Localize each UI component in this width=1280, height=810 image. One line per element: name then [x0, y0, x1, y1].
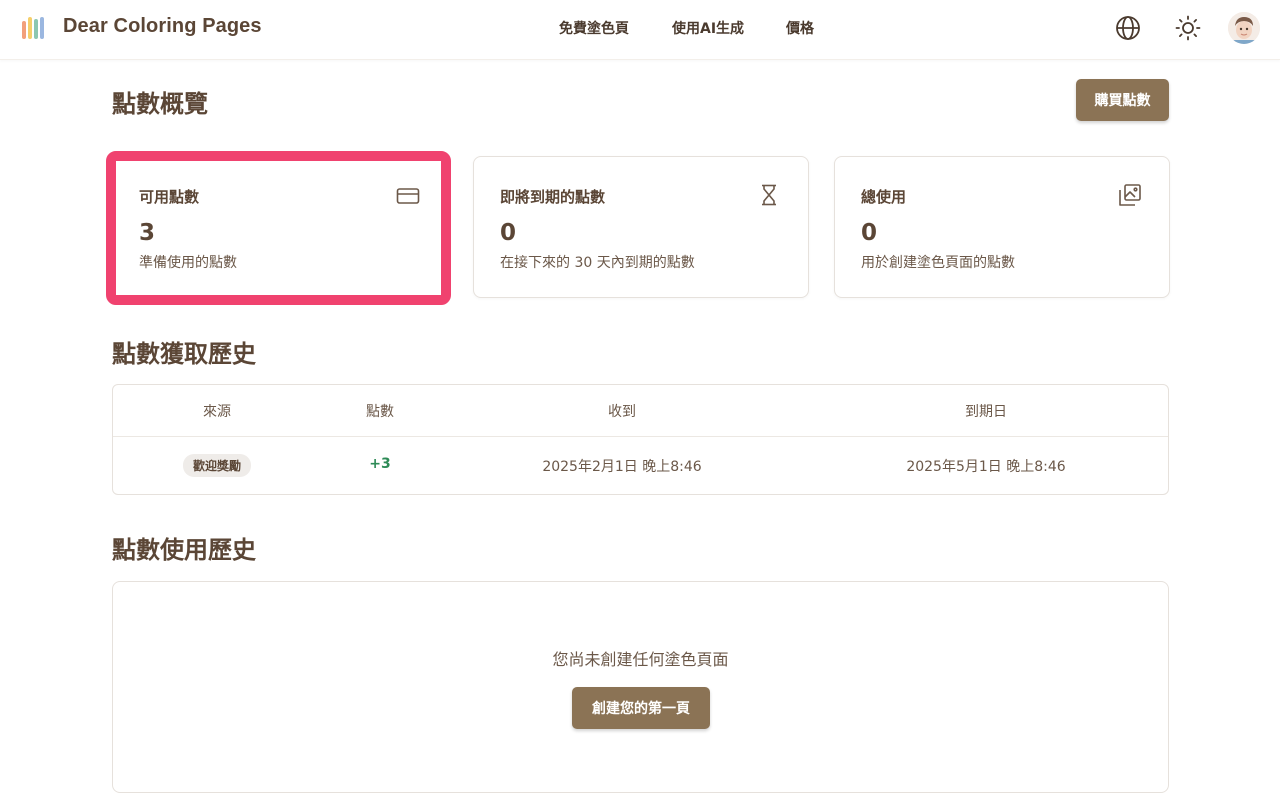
- buy-points-button[interactable]: 購買點數: [1076, 79, 1169, 121]
- acquisition-history-table: 來源 點數 收到 到期日 歡迎獎勵 +3 2025年2月1日 晚上8:46 20…: [112, 384, 1169, 495]
- credit-card-icon: [396, 184, 420, 208]
- nav-pricing[interactable]: 價格: [786, 18, 814, 38]
- card-title: 可用點數: [139, 188, 200, 206]
- sun-icon[interactable]: [1174, 14, 1202, 42]
- usage-history-empty-state: 您尚未創建任何塗色頁面 創建您的第一頁: [112, 581, 1169, 793]
- usage-history-title: 點數使用歷史: [112, 536, 256, 564]
- column-header-points: 點數: [366, 404, 394, 420]
- column-header-source: 來源: [203, 404, 231, 420]
- total-used-card: 總使用 0 用於創建塗色頁面的點數: [834, 156, 1170, 298]
- points-value: +3: [369, 456, 391, 472]
- card-value: 0: [861, 220, 878, 246]
- user-avatar[interactable]: [1228, 12, 1260, 44]
- card-subtitle: 用於創建塗色頁面的點數: [861, 255, 1015, 271]
- create-first-page-button[interactable]: 創建您的第一頁: [572, 687, 710, 729]
- card-value: 3: [139, 220, 156, 246]
- acquisition-history-title: 點數獲取歷史: [112, 340, 256, 368]
- available-points-card: 可用點數 3 準備使用的點數: [106, 151, 451, 305]
- card-subtitle: 準備使用的點數: [139, 255, 237, 271]
- brand-logo-icon[interactable]: [22, 17, 46, 39]
- expiring-points-card: 即將到期的點數 0 在接下來的 30 天內到期的點數: [473, 156, 809, 298]
- empty-state-message: 您尚未創建任何塗色頁面: [552, 650, 729, 669]
- column-header-received: 收到: [608, 404, 636, 420]
- brand-name[interactable]: Dear Coloring Pages: [63, 15, 262, 38]
- column-header-expires: 到期日: [965, 404, 1007, 420]
- table-divider: [113, 436, 1168, 437]
- expiry-date: 2025年5月1日 晚上8:46: [906, 459, 1066, 475]
- card-value: 0: [500, 220, 517, 246]
- hourglass-icon: [757, 183, 781, 207]
- top-header: Dear Coloring Pages 免費塗色頁 使用AI生成 價格: [0, 0, 1280, 60]
- card-subtitle: 在接下來的 30 天內到期的點數: [500, 255, 695, 271]
- globe-icon[interactable]: [1114, 14, 1142, 42]
- images-icon: [1118, 183, 1142, 207]
- card-title: 總使用: [861, 188, 907, 206]
- received-date: 2025年2月1日 晚上8:46: [542, 459, 702, 475]
- nav-free-coloring-pages[interactable]: 免費塗色頁: [559, 18, 629, 38]
- source-badge: 歡迎獎勵: [182, 454, 252, 477]
- nav-ai-generate[interactable]: 使用AI生成: [672, 18, 744, 38]
- overview-title: 點數概覽: [112, 90, 208, 118]
- card-title: 即將到期的點數: [500, 188, 606, 206]
